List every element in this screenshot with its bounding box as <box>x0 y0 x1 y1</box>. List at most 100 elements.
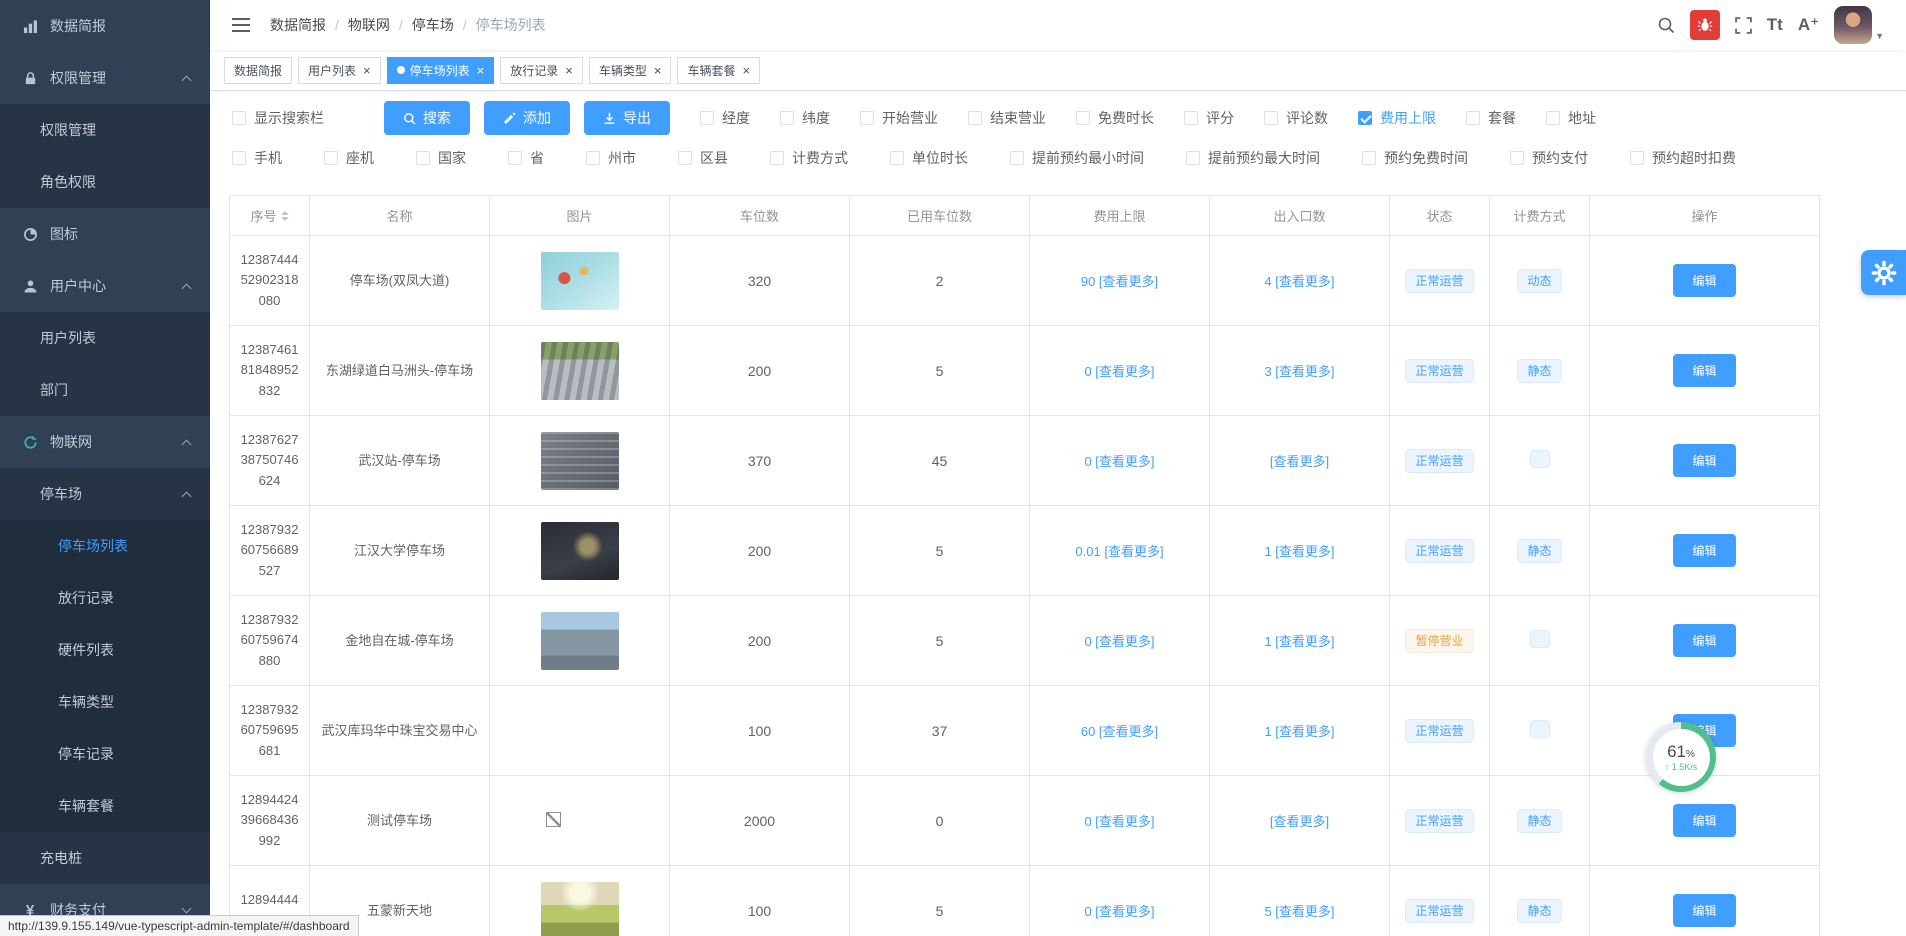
gates-more-link[interactable]: [查看更多] <box>1210 776 1390 866</box>
breadcrumb-item[interactable]: 停车场 <box>412 15 454 35</box>
filter-checkbox-address[interactable]: 地址 <box>1546 108 1596 128</box>
close-icon[interactable]: × <box>477 64 485 77</box>
sidebar-item-role-permission[interactable]: 角色权限 <box>0 156 210 208</box>
fee-more-link[interactable]: 0.01 [查看更多] <box>1030 506 1210 596</box>
fee-more-link[interactable]: 0 [查看更多] <box>1030 416 1210 506</box>
fee-more-link[interactable]: 0 [查看更多] <box>1030 776 1210 866</box>
font-size-icon[interactable]: Tt <box>1767 15 1783 35</box>
error-log-icon[interactable] <box>1690 10 1720 40</box>
gates-more-link[interactable]: 5 [查看更多] <box>1210 866 1390 936</box>
filter-checkbox-province[interactable]: 省 <box>508 148 544 168</box>
gates-more-link[interactable]: 1 [查看更多] <box>1210 506 1390 596</box>
sidebar-item-department[interactable]: 部门 <box>0 364 210 416</box>
filter-checkbox-unit-duration[interactable]: 单位时长 <box>890 148 968 168</box>
filter-checkbox-reserve-free-time[interactable]: 预约免费时间 <box>1362 148 1468 168</box>
edit-button[interactable]: 编辑 <box>1673 804 1735 837</box>
fee-more-link[interactable]: 0 [查看更多] <box>1030 866 1210 936</box>
fullscreen-icon[interactable] <box>1735 17 1752 34</box>
filter-checkbox-open-time[interactable]: 开始营业 <box>860 108 938 128</box>
sidebar-item-permission[interactable]: 权限管理 <box>0 52 210 104</box>
sidebar: 数据简报 权限管理 权限管理 角色权限 图标 用户中心 <box>0 0 210 936</box>
gates-more-link[interactable]: 4 [查看更多] <box>1210 236 1390 326</box>
chevron-up-icon <box>183 489 190 500</box>
gates-more-link[interactable]: [查看更多] <box>1210 416 1390 506</box>
sidebar-item-parking[interactable]: 停车场 <box>0 468 210 520</box>
sidebar-item-vehicle-package[interactable]: 车辆套餐 <box>0 780 210 832</box>
fee-more-link[interactable]: 60 [查看更多] <box>1030 686 1210 776</box>
filter-checkbox-district[interactable]: 区县 <box>678 148 728 168</box>
sidebar-item-dashboard-brief[interactable]: 数据简报 <box>0 0 210 52</box>
close-icon[interactable]: × <box>363 64 371 77</box>
close-icon[interactable]: × <box>654 64 662 77</box>
filter-checkbox-close-time[interactable]: 结束营业 <box>968 108 1046 128</box>
edit-button[interactable]: 编辑 <box>1673 894 1735 927</box>
fee-more-link[interactable]: 0 [查看更多] <box>1030 596 1210 686</box>
tab-user-list[interactable]: 用户列表 × <box>298 57 381 84</box>
sidebar-item-parking-list[interactable]: 停车场列表 <box>0 520 210 572</box>
show-search-checkbox[interactable]: 显示搜索栏 <box>232 108 324 128</box>
close-icon[interactable]: × <box>742 64 750 77</box>
sidebar-item-pass-records[interactable]: 放行记录 <box>0 572 210 624</box>
filter-checkbox-latitude[interactable]: 纬度 <box>780 108 830 128</box>
export-button[interactable]: 导出 <box>584 101 670 135</box>
filter-checkbox-longitude[interactable]: 经度 <box>700 108 750 128</box>
filter-checkbox-reserve-overtime-fee[interactable]: 预约超时扣费 <box>1630 148 1736 168</box>
filter-checkbox-min-advance-time[interactable]: 提前预约最小时间 <box>1010 148 1144 168</box>
billing-tag: 静态 <box>1517 539 1561 563</box>
close-icon[interactable]: × <box>565 64 573 77</box>
active-dot <box>397 66 405 74</box>
language-icon[interactable]: A⁺ <box>1798 15 1819 35</box>
sidebar-item-permission-sub[interactable]: 权限管理 <box>0 104 210 156</box>
main-area: 数据简报 / 物联网 / 停车场 / 停车场列表 Tt A⁺ <box>210 0 1906 936</box>
sidebar-item-vehicle-type[interactable]: 车辆类型 <box>0 676 210 728</box>
sidebar-item-icons[interactable]: 图标 <box>0 208 210 260</box>
tab-pass-records[interactable]: 放行记录 × <box>500 57 583 84</box>
col-header-billing: 计费方式 <box>1490 196 1590 236</box>
edit-button[interactable]: 编辑 <box>1673 534 1735 567</box>
edit-button[interactable]: 编辑 <box>1673 444 1735 477</box>
filter-checkbox-country[interactable]: 国家 <box>416 148 466 168</box>
filter-checkbox-mobile[interactable]: 手机 <box>232 148 282 168</box>
fee-more-link[interactable]: 0 [查看更多] <box>1030 326 1210 416</box>
sort-carets[interactable] <box>281 211 289 221</box>
table-row: 1238746181848952832 东湖绿道白马洲头-停车场 200 5 0… <box>230 326 1820 416</box>
settings-panel-button[interactable] <box>1861 250 1906 295</box>
sidebar-item-user-center[interactable]: 用户中心 <box>0 260 210 312</box>
edit-button[interactable]: 编辑 <box>1673 264 1735 297</box>
user-menu[interactable]: ▼ <box>1834 6 1884 44</box>
gates-more-link[interactable]: 1 [查看更多] <box>1210 686 1390 776</box>
filter-checkbox-billing-mode[interactable]: 计费方式 <box>770 148 848 168</box>
sidebar-item-label: 停车记录 <box>58 744 114 764</box>
filter-checkbox-landline[interactable]: 座机 <box>324 148 374 168</box>
sidebar-item-hardware-list[interactable]: 硬件列表 <box>0 624 210 676</box>
edit-button[interactable]: 编辑 <box>1673 354 1735 387</box>
filter-checkbox-fee-cap[interactable]: 费用上限 <box>1358 108 1436 128</box>
tab-vehicle-type[interactable]: 车辆类型 × <box>589 57 672 84</box>
hamburger-icon[interactable] <box>232 17 250 33</box>
filter-checkbox-package[interactable]: 套餐 <box>1466 108 1516 128</box>
edit-button[interactable]: 编辑 <box>1673 624 1735 657</box>
tab-parking-list[interactable]: 停车场列表 × <box>387 57 495 84</box>
sidebar-item-iot[interactable]: 物联网 <box>0 416 210 468</box>
breadcrumb-item[interactable]: 物联网 <box>348 15 390 35</box>
filter-checkbox-max-advance-time[interactable]: 提前预约最大时间 <box>1186 148 1320 168</box>
gates-more-link[interactable]: 1 [查看更多] <box>1210 596 1390 686</box>
sidebar-item-parking-records[interactable]: 停车记录 <box>0 728 210 780</box>
sidebar-item-label: 物联网 <box>50 432 92 452</box>
filter-checkbox-reserve-pay[interactable]: 预约支付 <box>1510 148 1588 168</box>
add-button[interactable]: 添加 <box>484 101 570 135</box>
search-icon[interactable] <box>1657 16 1675 34</box>
filter-checkbox-free-duration[interactable]: 免费时长 <box>1076 108 1154 128</box>
breadcrumb-item[interactable]: 数据简报 <box>270 15 326 35</box>
filter-checkbox-comments[interactable]: 评论数 <box>1264 108 1328 128</box>
gates-more-link[interactable]: 3 [查看更多] <box>1210 326 1390 416</box>
avatar[interactable] <box>1834 6 1872 44</box>
filter-checkbox-rating[interactable]: 评分 <box>1184 108 1234 128</box>
search-button[interactable]: 搜索 <box>384 101 470 135</box>
tab-dashboard-brief[interactable]: 数据简报 <box>224 57 292 84</box>
tab-vehicle-package[interactable]: 车辆套餐 × <box>677 57 760 84</box>
sidebar-item-user-list[interactable]: 用户列表 <box>0 312 210 364</box>
fee-more-link[interactable]: 90 [查看更多] <box>1030 236 1210 326</box>
filter-checkbox-city[interactable]: 州市 <box>586 148 636 168</box>
sidebar-item-charging-pile[interactable]: 充电桩 <box>0 832 210 884</box>
